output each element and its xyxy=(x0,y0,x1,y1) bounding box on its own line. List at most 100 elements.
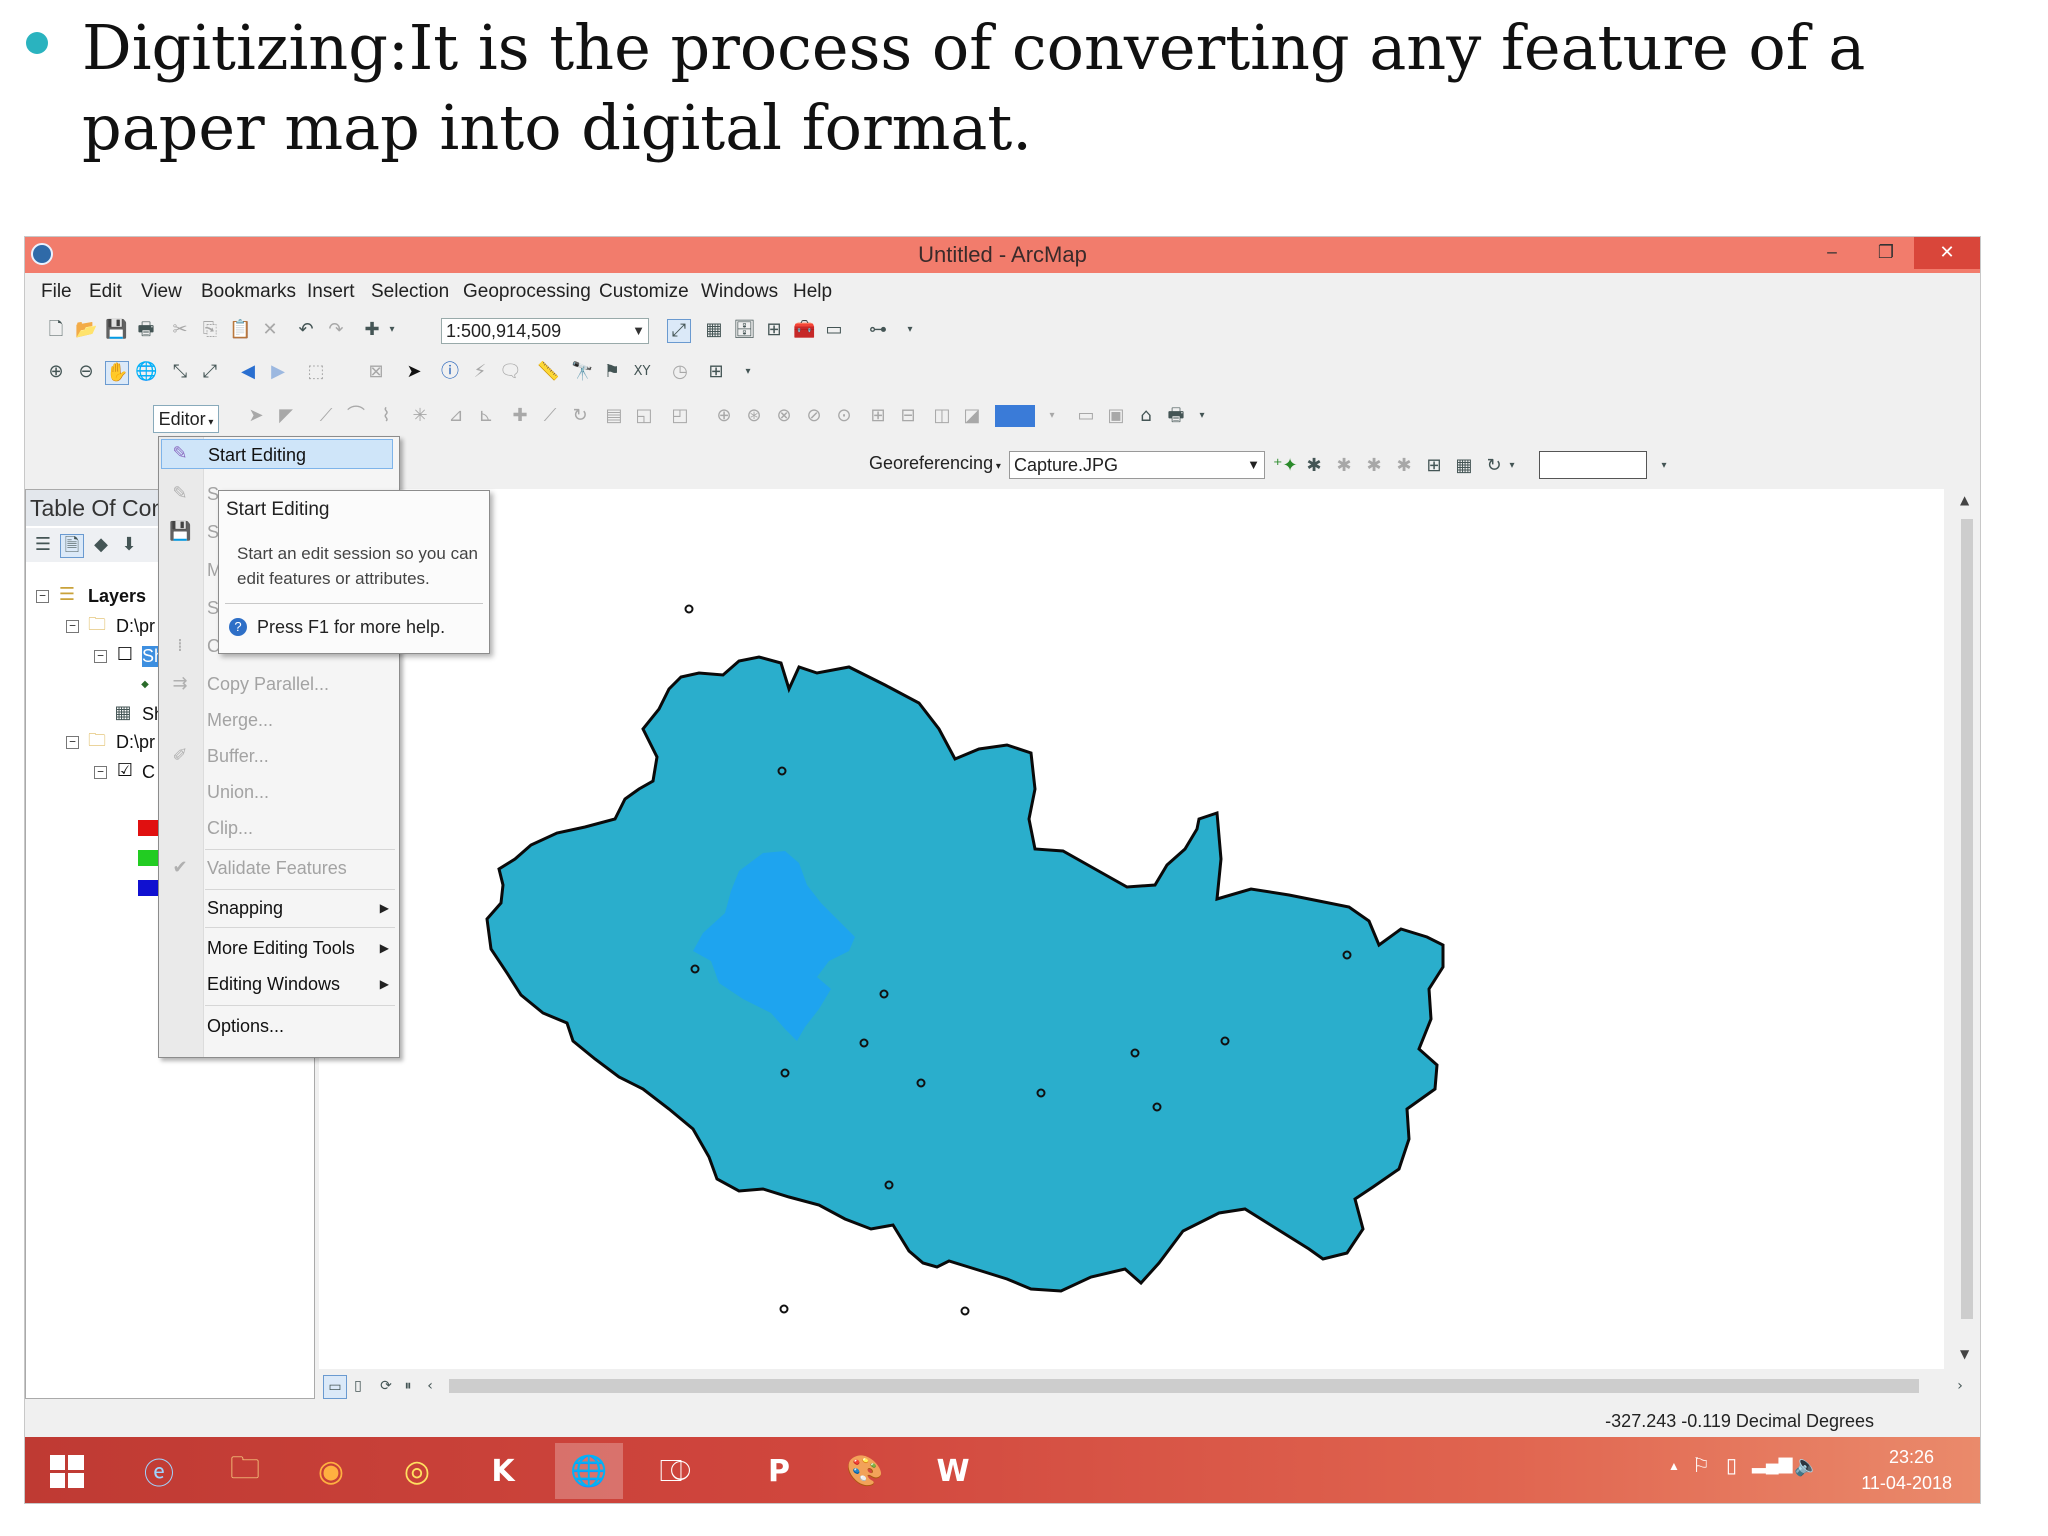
split-icon[interactable]: ⟋ xyxy=(539,405,561,427)
identify-icon[interactable]: ⓘ xyxy=(439,361,461,383)
edit-vertices-icon[interactable]: ⊿ xyxy=(445,405,467,427)
paint-icon[interactable]: 🎨 xyxy=(831,1443,899,1499)
start-editing-menu-item[interactable]: Start Editing xyxy=(161,439,393,469)
list-by-drawing-order-icon[interactable]: ☰ xyxy=(32,534,54,556)
layer-alt-icon[interactable]: ◪ xyxy=(961,405,983,427)
cut-icon[interactable]: ✂ xyxy=(169,319,191,341)
point-icon[interactable]: ✳ xyxy=(409,405,431,427)
python-window-icon[interactable]: ▭ xyxy=(823,319,845,341)
network-signal-icon[interactable]: ▂▄▆ xyxy=(1752,1453,1792,1474)
pause-drawing-icon[interactable]: ⏸ xyxy=(397,1375,419,1397)
open-icon[interactable]: 📂 xyxy=(75,319,97,341)
cut-polygons-icon[interactable]: ✚ xyxy=(509,405,531,427)
list-by-selection-icon[interactable]: ⬇ xyxy=(118,534,140,556)
list-by-visibility-icon[interactable]: ◆ xyxy=(90,534,112,556)
vertical-scroll-thumb[interactable] xyxy=(1961,519,1973,1319)
full-extent-icon[interactable]: 🌐 xyxy=(135,361,157,383)
menu-bookmarks[interactable]: Bookmarks xyxy=(201,281,296,303)
volume-icon[interactable]: 🔈 xyxy=(1794,1453,1819,1478)
buffer-menu-item[interactable]: Buffer... xyxy=(205,741,397,771)
more-editing-tools-menu-item[interactable]: More Editing Tools ▶ xyxy=(205,933,397,963)
viewer-window-icon[interactable]: ⊞ xyxy=(705,361,727,383)
options-menu-item[interactable]: Options... xyxy=(205,1011,397,1041)
add-control-points-icon[interactable]: ⁺✦ xyxy=(1273,455,1298,477)
folder1-expander[interactable]: − xyxy=(66,620,79,633)
georef-layer-combo[interactable]: Capture.JPG ▼ xyxy=(1009,451,1265,479)
toolbar-options-icon[interactable]: ▾ xyxy=(1191,405,1213,427)
go-to-xy-icon[interactable]: XY xyxy=(631,361,653,383)
pan-icon[interactable]: ✋ xyxy=(105,361,129,385)
catalog-icon[interactable]: 🗄 xyxy=(733,319,756,341)
page-icon[interactable]: ▭ xyxy=(1075,405,1097,427)
vertical-scrollbar[interactable]: ▲ ▼ xyxy=(1954,489,1980,1373)
measure-icon[interactable]: 📏 xyxy=(537,361,559,383)
c-expander[interactable]: − xyxy=(94,766,107,779)
c-layer-label[interactable]: C xyxy=(142,762,155,783)
scroll-right-icon[interactable]: › xyxy=(1949,1375,1971,1397)
endpoint-arc-icon[interactable]: ⌒ xyxy=(345,405,367,427)
rotate-icon[interactable]: ↻ xyxy=(569,405,591,427)
map-scale-combo[interactable]: 1:500,914,509 ▼ xyxy=(441,318,649,344)
sketch-properties-icon[interactable]: ◱ xyxy=(633,405,655,427)
sh-expander[interactable]: − xyxy=(94,650,107,663)
georeferencing-menu[interactable]: Georeferencing ▾ xyxy=(869,453,1001,474)
editing-windows-menu-item[interactable]: Editing Windows ▶ xyxy=(205,969,397,999)
menu-edit[interactable]: Edit xyxy=(89,281,122,303)
html-popup-icon[interactable]: 🗨 xyxy=(499,361,522,383)
point-feature[interactable] xyxy=(779,1304,789,1314)
color-swatch-icon[interactable] xyxy=(995,405,1035,427)
georef-input[interactable] xyxy=(1539,451,1647,479)
chrome-icon[interactable]: ◎ xyxy=(383,1443,451,1499)
shared-features-icon[interactable]: ⊙ xyxy=(833,405,855,427)
word-icon[interactable]: W xyxy=(919,1443,987,1499)
acrobat-icon[interactable]: ⎄ xyxy=(641,1443,709,1499)
page-alt-icon[interactable]: ▣ xyxy=(1105,405,1127,427)
internet-explorer-icon[interactable]: ⓔ xyxy=(125,1443,193,1499)
menu-customize[interactable]: Customize xyxy=(599,281,689,303)
save-icon[interactable]: 💾 xyxy=(105,319,127,341)
copy-parallel-menu-item[interactable]: Copy Parallel... xyxy=(205,669,397,699)
toolbar-options-icon[interactable]: ▾ xyxy=(1653,455,1675,477)
battery-icon[interactable]: ▯ xyxy=(1726,1453,1737,1478)
delete-link-alt-icon[interactable]: ✱ xyxy=(1363,455,1385,477)
menu-insert[interactable]: Insert xyxy=(307,281,355,303)
hyperlink-icon[interactable]: ⚡ xyxy=(469,361,491,383)
close-button[interactable]: ✕ xyxy=(1914,237,1980,269)
delete-link-icon[interactable]: ✱ xyxy=(1333,455,1355,477)
control-point-icon[interactable]: ✱ xyxy=(1303,455,1325,477)
fixed-zoom-in-icon[interactable]: ⤡ xyxy=(169,361,191,383)
horizontal-scroll-thumb[interactable] xyxy=(449,1379,1919,1393)
firefox-icon[interactable]: ◉ xyxy=(297,1443,365,1499)
menu-help[interactable]: Help xyxy=(793,281,832,303)
scroll-down-icon[interactable]: ▼ xyxy=(1960,1347,1969,1361)
start-button[interactable] xyxy=(33,1443,101,1499)
straight-segment-icon[interactable]: ⟋ xyxy=(315,405,337,427)
find-route-icon[interactable]: ⚑ xyxy=(601,361,623,383)
table-icon[interactable]: ▦ xyxy=(703,319,725,341)
view-link-table-icon[interactable]: ▦ xyxy=(1453,455,1475,477)
network-icon[interactable]: ⊗ xyxy=(773,405,795,427)
chevron-down-icon[interactable]: ▾ xyxy=(381,319,403,341)
menu-view[interactable]: View xyxy=(141,281,182,303)
list-by-source-icon[interactable]: 🗎 xyxy=(60,534,84,558)
time-slider-icon[interactable]: ◷ xyxy=(669,361,691,383)
menu-file[interactable]: File xyxy=(41,281,72,303)
undo-icon[interactable]: ↶ xyxy=(295,319,317,341)
new-document-icon[interactable]: 🗋 xyxy=(45,319,67,341)
checkbox-checked-icon[interactable]: ☑ xyxy=(114,760,136,782)
paste-icon[interactable]: 📋 xyxy=(229,319,251,341)
trace-icon[interactable]: ⌇ xyxy=(375,405,397,427)
attributes-icon[interactable]: ▤ xyxy=(603,405,625,427)
file-explorer-icon[interactable]: 🗀 xyxy=(211,1443,279,1499)
print-preview-icon[interactable]: 🖶 xyxy=(1165,405,1187,427)
checkbox-unchecked-icon[interactable]: ☐ xyxy=(114,644,136,666)
clear-selection-icon[interactable]: ⊠ xyxy=(365,361,387,383)
toolbar-options-icon[interactable]: ▾ xyxy=(899,319,921,341)
editor-toolbar-icon[interactable]: ⤢ xyxy=(667,319,691,343)
auto-register-icon[interactable]: ✱ xyxy=(1393,455,1415,477)
create-features-icon[interactable]: ◰ xyxy=(669,405,691,427)
model-builder-icon[interactable]: ⊶ xyxy=(867,319,889,341)
back-icon[interactable]: ◀ xyxy=(237,361,259,383)
validate-features-menu-item[interactable]: Validate Features xyxy=(205,853,397,883)
action-center-flag-icon[interactable]: ⚐ xyxy=(1692,1453,1710,1478)
